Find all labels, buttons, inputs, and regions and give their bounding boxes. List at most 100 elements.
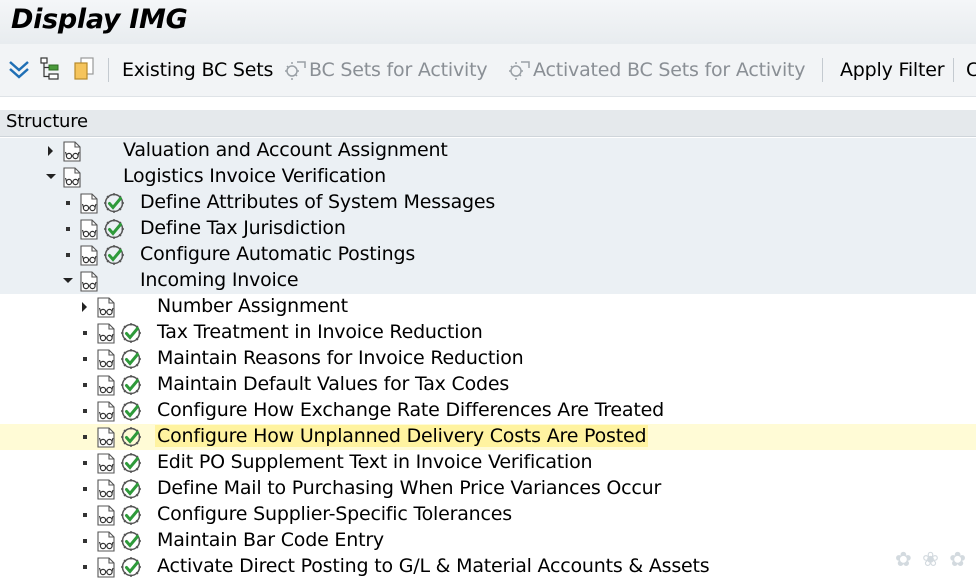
collapse-node-icon[interactable] [63,268,73,294]
document-glasses-icon[interactable] [96,427,117,448]
execute-activity-icon[interactable] [120,374,143,397]
tree-row-label[interactable]: Configure Supplier-Specific Tolerances [157,503,512,525]
document-glasses-icon[interactable] [79,193,100,214]
leaf-bullet-icon [80,320,90,346]
documents-icon[interactable] [72,56,96,82]
structure-tree-icon[interactable] [38,56,62,82]
tree-row[interactable]: Incoming Invoice [0,268,976,294]
execute-activity-icon[interactable] [120,400,143,423]
bc-sets-for-activity-label: BC Sets for Activity [309,59,488,81]
tree-row-label[interactable]: Maintain Bar Code Entry [157,529,384,551]
execute-activity-icon[interactable] [103,244,126,267]
document-glasses-icon[interactable] [62,167,83,188]
window-title: Display IMG [11,4,188,35]
document-glasses-icon[interactable] [96,531,117,552]
tree-row-label[interactable]: Define Mail to Purchasing When Price Var… [157,477,661,499]
activated-bc-sets-label: Activated BC Sets for Activity [533,59,806,81]
watermark: ✿ ❀ ✿ [895,547,968,571]
apply-filter-label: Apply Filter [840,59,945,81]
apply-filter-button[interactable]: Apply Filter [840,57,945,83]
bc-set-icon [283,59,307,81]
document-glasses-icon[interactable] [96,505,117,526]
execute-activity-icon[interactable] [120,504,143,527]
tree-row-label[interactable]: Tax Treatment in Invoice Reduction [157,321,483,343]
tree-row-label[interactable]: Logistics Invoice Verification [123,165,386,187]
tree-row[interactable]: Number Assignment [0,294,976,320]
document-glasses-icon[interactable] [96,323,117,344]
tree-row[interactable]: Define Attributes of System Messages [0,190,976,216]
activated-bc-sets-button[interactable]: Activated BC Sets for Activity [507,57,806,83]
tree-row-label[interactable]: Incoming Invoice [140,269,299,291]
document-glasses-icon[interactable] [96,297,117,318]
collapse-node-icon[interactable] [46,164,56,190]
tree-row-label[interactable]: Configure How Exchange Rate Differences … [157,399,664,421]
document-glasses-icon[interactable] [62,141,83,162]
execute-activity-icon[interactable] [103,192,126,215]
tree-row[interactable]: Valuation and Account Assignment [0,138,976,164]
leaf-bullet-icon [80,346,90,372]
application-toolbar: Existing BC Sets BC Sets for Activity Ac… [0,44,976,97]
tree-row[interactable]: Configure How Unplanned Delivery Costs A… [0,424,976,450]
execute-activity-icon[interactable] [120,452,143,475]
tree-row-label[interactable]: Valuation and Account Assignment [123,139,448,161]
expand-node-icon[interactable] [46,138,56,164]
tree-row[interactable]: Activate Direct Posting to G/L & Materia… [0,554,976,580]
execute-activity-icon[interactable] [120,530,143,553]
tree-row[interactable]: Configure How Exchange Rate Differences … [0,398,976,424]
existing-bc-sets-label: Existing BC Sets [122,59,274,81]
document-glasses-icon[interactable] [96,557,117,578]
document-glasses-icon[interactable] [96,375,117,396]
execute-activity-icon[interactable] [120,478,143,501]
bc-sets-for-activity-button[interactable]: BC Sets for Activity [283,57,488,83]
execute-activity-icon[interactable] [103,218,126,241]
tree-row-label[interactable]: Define Tax Jurisdiction [140,217,346,239]
tree-row-label[interactable]: Maintain Default Values for Tax Codes [157,373,509,395]
tree-row[interactable]: Tax Treatment in Invoice Reduction [0,320,976,346]
tree-row-label[interactable]: Define Attributes of System Messages [140,191,495,213]
tree-row[interactable]: Define Mail to Purchasing When Price Var… [0,476,976,502]
title-bar: Display IMG [0,0,976,44]
leaf-bullet-icon [80,502,90,528]
tree-row[interactable]: Configure Automatic Postings [0,242,976,268]
tree-row[interactable]: Maintain Default Values for Tax Codes [0,372,976,398]
expand-node-icon[interactable] [80,294,90,320]
leaf-bullet-icon [80,554,90,580]
execute-activity-icon[interactable] [120,348,143,371]
tree-row-label[interactable]: Maintain Reasons for Invoice Reduction [157,347,524,369]
document-glasses-icon[interactable] [79,219,100,240]
bc-set-icon [507,59,531,81]
document-glasses-icon[interactable] [96,401,117,422]
document-glasses-icon[interactable] [96,453,117,474]
document-glasses-icon[interactable] [79,245,100,266]
leaf-bullet-icon [63,242,73,268]
leaf-bullet-icon [80,398,90,424]
leaf-bullet-icon [80,528,90,554]
tree-row[interactable]: Edit PO Supplement Text in Invoice Verif… [0,450,976,476]
tree-row-label[interactable]: Number Assignment [157,295,348,317]
overflow-button[interactable]: C [966,57,976,83]
tree-row-label[interactable]: Configure How Unplanned Delivery Costs A… [155,425,649,447]
tree-row[interactable]: Logistics Invoice Verification [0,164,976,190]
document-glasses-icon[interactable] [96,479,117,500]
execute-activity-icon[interactable] [120,322,143,345]
tree-row[interactable]: Maintain Reasons for Invoice Reduction [0,346,976,372]
document-glasses-icon[interactable] [79,271,100,292]
leaf-bullet-icon [80,424,90,450]
tree-row-label[interactable]: Activate Direct Posting to G/L & Materia… [157,555,710,577]
document-glasses-icon[interactable] [96,349,117,370]
tree-row[interactable]: Maintain Bar Code Entry [0,528,976,554]
tree-row[interactable]: Define Tax Jurisdiction [0,216,976,242]
existing-bc-sets-button[interactable]: Existing BC Sets [122,57,273,83]
leaf-bullet-icon [80,450,90,476]
leaf-bullet-icon [80,476,90,502]
execute-activity-icon[interactable] [120,556,143,579]
toolbar-separator [953,58,954,82]
expand-all-icon[interactable] [7,57,31,81]
leaf-bullet-icon [80,372,90,398]
execute-activity-icon[interactable] [120,426,143,449]
structure-header-label: Structure [6,111,88,132]
toolbar-separator [822,58,823,82]
tree-row-label[interactable]: Edit PO Supplement Text in Invoice Verif… [157,451,593,473]
tree-row[interactable]: Configure Supplier-Specific Tolerances [0,502,976,528]
tree-row-label[interactable]: Configure Automatic Postings [140,243,415,265]
